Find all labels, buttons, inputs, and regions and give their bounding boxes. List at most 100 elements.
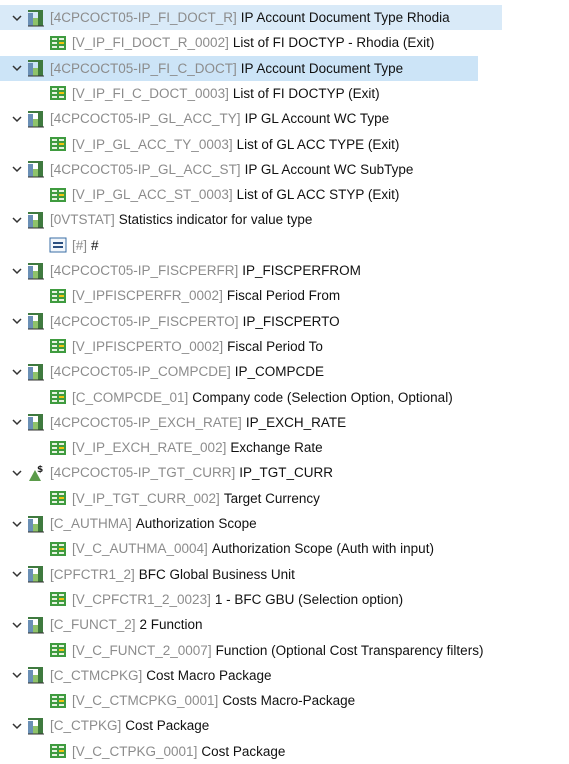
variable-icon xyxy=(48,286,68,306)
node-technical-name: [4CPCOCT05-IP_COMPCDE] xyxy=(50,364,231,380)
child-technical-name: [V_C_CTPKG_0001] xyxy=(72,743,198,759)
node-technical-name: [C_AUTHMA] xyxy=(50,516,132,531)
tree-child-node[interactable]: [V_C_FUNCT_2_0007] Function (Optional Cos… xyxy=(0,638,483,663)
tree-child-node[interactable]: [V_IP_FI_DOCT_R_0002] List of FI DOCTYP -… xyxy=(0,30,434,55)
child-technical-name: [V_CPFCTR1_2_0023] xyxy=(72,591,211,607)
tree-node[interactable]: [4CPCOCT05-IP_EXCH_RATE] IP_EXCH_RATE xyxy=(0,410,502,435)
chevron-down-icon[interactable] xyxy=(8,416,26,428)
characteristic-icon xyxy=(26,362,46,382)
child-description: List of GL ACC TYPE (Exit) xyxy=(236,136,400,152)
tree-node[interactable]: [0VTSTAT] Statistics indicator for value … xyxy=(0,207,502,232)
chevron-down-icon[interactable] xyxy=(8,669,26,681)
tree-child-node[interactable]: [V_IP_FI_C_DOCT_0003] List of FI DOCTYP (… xyxy=(0,81,380,106)
chevron-down-icon[interactable] xyxy=(8,265,26,277)
child-description: Authorization Scope (Auth with input) xyxy=(211,541,434,557)
chevron-down-icon[interactable] xyxy=(8,214,26,226)
node-description: IP Account Document Type xyxy=(240,60,404,76)
tree-node[interactable]: [4CPCOCT05-IP_FI_C_DOCT] IP Account Docum… xyxy=(0,55,478,81)
node-description: IP GL Account WC SubType xyxy=(244,161,414,177)
child-technical-name: [V_IP_GL_ACC_TY_0003] xyxy=(72,136,233,152)
tree-child-node[interactable]: [V_C_AUTHMA_0004] Authorization Scope (Au… xyxy=(0,536,434,561)
variable-icon xyxy=(48,83,68,103)
child-technical-name: [V_IP_EXCH_RATE_002] xyxy=(72,440,227,456)
chevron-down-icon[interactable] xyxy=(8,62,26,74)
equals-icon xyxy=(48,235,68,255)
node-description: 2 Function xyxy=(139,617,203,633)
tree-child-node[interactable]: [V_IPFISCPERTO_0002] Fiscal Period To xyxy=(0,334,323,359)
tree-node[interactable]: [C_CTMCPKG] Cost Macro Package xyxy=(0,663,502,688)
chevron-down-icon[interactable] xyxy=(8,12,26,24)
chevron-down-icon[interactable] xyxy=(8,163,26,175)
tree-node[interactable]: [4CPCOCT05-IP_COMPCDE] IP_COMPCDE xyxy=(0,359,502,384)
chevron-down-icon[interactable] xyxy=(8,467,26,479)
characteristic-icon xyxy=(26,8,46,28)
node-description: Cost Package xyxy=(125,718,210,734)
svg-text:$: $ xyxy=(37,465,43,475)
chevron-down-icon[interactable] xyxy=(8,619,26,631)
tree-node[interactable]: [4CPCOCT05-IP_FISCPERTO] IP_FISCPERTO xyxy=(0,309,502,334)
child-description: Company code (Selection Option, Optional… xyxy=(192,389,453,405)
variable-icon xyxy=(48,33,68,53)
chevron-down-icon[interactable] xyxy=(8,366,26,378)
child-technical-name: [V_IP_GL_ACC_ST_0003] xyxy=(72,187,233,203)
chevron-down-icon[interactable] xyxy=(8,315,26,327)
tree-node[interactable]: [C_CTPKG] Cost Package xyxy=(0,713,502,738)
node-description: IP Account Document Type Rhodia xyxy=(240,10,450,25)
child-description: 1 - BFC GBU (Selection option) xyxy=(214,591,404,607)
chevron-down-icon[interactable] xyxy=(8,113,26,125)
node-description: Authorization Scope xyxy=(135,516,257,531)
chevron-down-icon[interactable] xyxy=(8,720,26,732)
variable-icon xyxy=(48,589,68,609)
characteristic-icon xyxy=(26,261,46,281)
variable-tree: [4CPCOCT05-IP_FI_DOCT_R] IP Account Docum… xyxy=(0,0,569,759)
tree-child-node[interactable]: [V_IP_GL_ACC_TY_0003] List of GL ACC TYPE… xyxy=(0,132,399,157)
characteristic-icon xyxy=(26,514,46,534)
node-description: IP_COMPCDE xyxy=(234,364,325,380)
node-technical-name: [CPFCTR1_2] xyxy=(50,566,135,582)
node-description: IP_EXCH_RATE xyxy=(245,414,347,430)
characteristic-icon xyxy=(26,716,46,736)
node-technical-name: [C_CTPKG] xyxy=(50,718,122,734)
tree-node[interactable]: [CPFCTR1_2] BFC Global Business Unit xyxy=(0,562,502,587)
node-technical-name: [4CPCOCT05-IP_GL_ACC_ST] xyxy=(50,161,241,177)
child-technical-name: [V_IPFISCPERTO_0002] xyxy=(72,338,224,354)
node-description: IP_FISCPERTO xyxy=(242,313,340,329)
tree-node[interactable]: [4CPCOCT05-IP_GL_ACC_TY] IP GL Account WC… xyxy=(0,106,502,131)
variable-icon xyxy=(48,438,68,458)
tree-child-node[interactable]: [#] # xyxy=(0,233,99,258)
chevron-down-icon[interactable] xyxy=(8,568,26,580)
tree-child-node[interactable]: [V_C_CTMCPKG_0001] Costs Macro-Package xyxy=(0,688,355,713)
child-description: Fiscal Period From xyxy=(226,288,341,304)
tree-child-node[interactable]: [C_COMPCDE_01] Company code (Selection Op… xyxy=(0,385,453,410)
node-technical-name: [4CPCOCT05-IP_FISCPERFR] xyxy=(50,263,239,278)
child-description: Cost Package xyxy=(201,743,286,759)
child-description: Costs Macro-Package xyxy=(222,693,356,709)
node-technical-name: [C_FUNCT_2] xyxy=(50,617,136,633)
tree-node[interactable]: [C_AUTHMA] Authorization Scope xyxy=(0,511,502,536)
tree-child-node[interactable]: [V_IPFISCPERFR_0002] Fiscal Period From xyxy=(0,283,340,308)
child-technical-name: [V_C_CTMCPKG_0001] xyxy=(72,693,219,709)
tree-child-node[interactable]: [V_IP_TGT_CURR_002] Target Currency xyxy=(0,486,320,511)
characteristic-icon xyxy=(26,412,46,432)
variable-icon xyxy=(48,488,68,508)
child-technical-name: [V_C_FUNCT_2_0007] xyxy=(72,642,212,658)
child-description: Function (Optional Cost Transparency fil… xyxy=(215,642,484,658)
variable-icon xyxy=(48,134,68,154)
tree-child-node[interactable]: [V_IP_EXCH_RATE_002] Exchange Rate xyxy=(0,435,323,460)
node-technical-name: [4CPCOCT05-IP_FI_DOCT_R] xyxy=(50,10,237,25)
tree-node[interactable]: [4CPCOCT05-IP_FI_DOCT_R] IP Account Docum… xyxy=(0,5,502,30)
variable-icon xyxy=(48,387,68,407)
variable-icon xyxy=(48,336,68,356)
chevron-down-icon[interactable] xyxy=(8,518,26,530)
tree-node[interactable]: [4CPCOCT05-IP_FISCPERFR] IP_FISCPERFROM xyxy=(0,258,502,283)
tree-child-node[interactable]: [V_C_CTPKG_0001] Cost Package xyxy=(0,739,285,764)
tree-node[interactable]: $ [4CPCOCT05-IP_TGT_CURR] IP_TGT_CURR xyxy=(0,460,502,485)
node-technical-name: [C_CTMCPKG] xyxy=(50,667,143,683)
tree-child-node[interactable]: [V_IP_GL_ACC_ST_0003] List of GL ACC STYP… xyxy=(0,182,399,207)
tree-node[interactable]: [4CPCOCT05-IP_GL_ACC_ST] IP GL Account WC… xyxy=(0,157,502,182)
node-technical-name: [4CPCOCT05-IP_FI_C_DOCT] xyxy=(50,60,237,76)
node-description: Statistics indicator for value type xyxy=(118,212,313,228)
tree-node[interactable]: [C_FUNCT_2] 2 Function xyxy=(0,612,502,637)
characteristic-icon xyxy=(26,210,46,230)
tree-child-node[interactable]: [V_CPFCTR1_2_0023] 1 - BFC GBU (Selection… xyxy=(0,587,403,612)
